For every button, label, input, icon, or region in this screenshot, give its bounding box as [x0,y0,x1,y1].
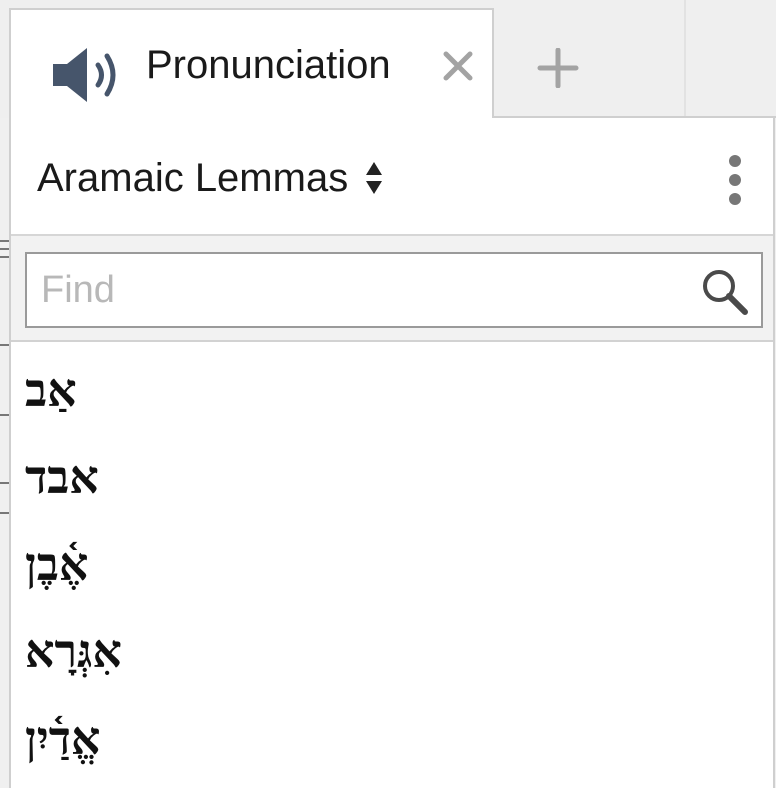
background-mark [0,344,9,346]
tab-strip-divider [684,0,686,116]
resource-title: Aramaic Lemmas [37,156,349,200]
list-item[interactable]: אֱדַ֫יִן [11,690,773,777]
lemma-list: אַב אבד אֶ֫בֶן אִגְּרָא אֱדַ֫יִן [11,342,773,777]
tab-title: Pronunciation [146,43,391,87]
pronunciation-panel: Aramaic Lemmas אַב אבד אֶ֫ [9,118,775,788]
search-input[interactable] [27,254,687,326]
background-mark [0,240,9,242]
list-item[interactable]: אֶ֫בֶן [11,516,773,603]
close-icon[interactable] [440,48,476,84]
list-item[interactable]: אבד [11,429,773,516]
lemma-text: אִגְּרָא [25,623,122,678]
background-mark [0,482,9,484]
kebab-menu-icon[interactable] [723,154,747,206]
resource-picker[interactable]: Aramaic Lemmas [37,152,384,204]
lemma-text: אַב [25,362,77,417]
search-bar [11,236,773,342]
background-mark [0,248,9,250]
resource-header: Aramaic Lemmas [11,118,773,236]
tab-strip: Pronunciation [0,0,776,120]
list-item[interactable]: אַב [11,342,773,429]
speaker-icon [53,48,116,102]
background-mark [0,512,9,514]
up-down-arrows-icon [366,162,383,194]
background-mark [0,256,9,258]
lemma-text: אֱדַ֫יִן [25,710,101,765]
search-icon[interactable] [699,266,749,316]
list-item[interactable]: אִגְּרָא [11,603,773,690]
search-field [25,252,763,328]
background-mark [0,414,9,416]
lemma-text: אבד [25,449,99,504]
plus-icon[interactable] [536,48,580,88]
lemma-text: אֶ֫בֶן [25,536,89,591]
